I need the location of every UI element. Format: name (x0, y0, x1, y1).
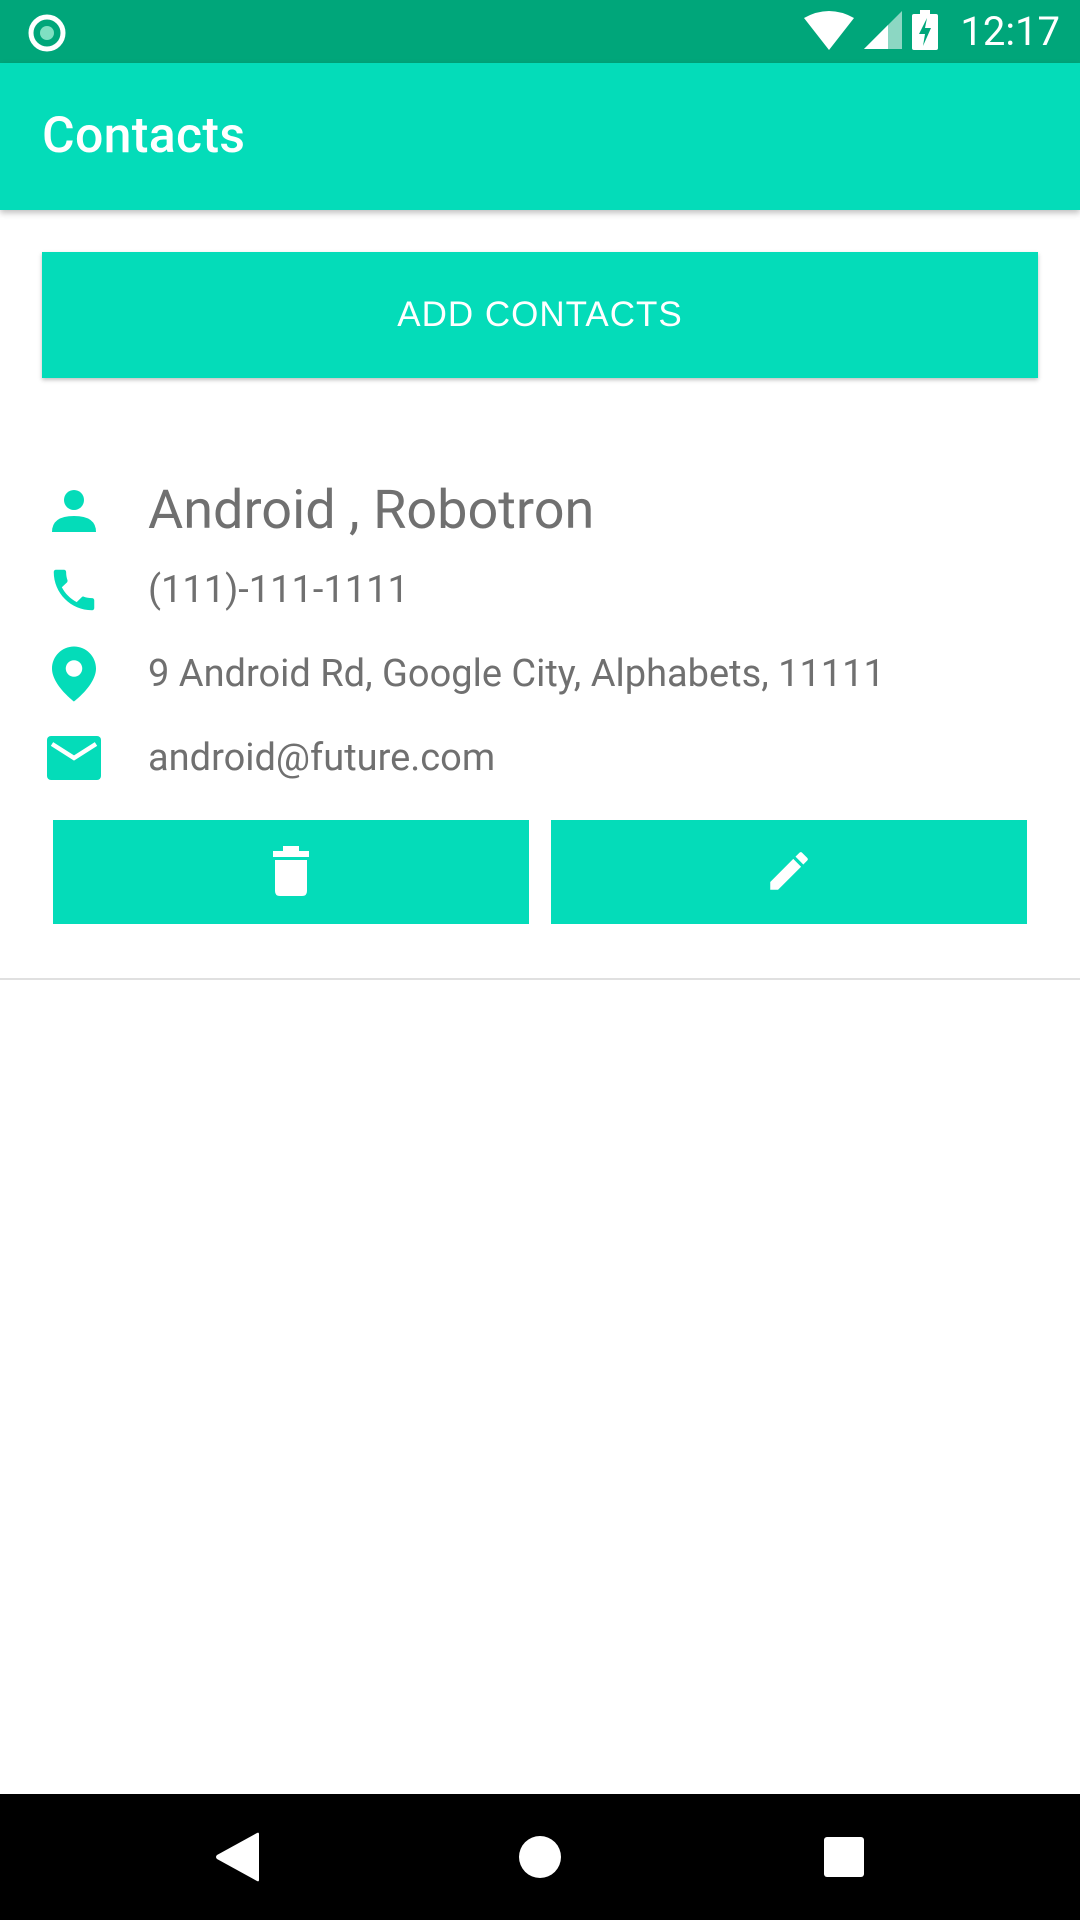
back-icon[interactable] (202, 1822, 272, 1892)
edit-contact-button[interactable] (551, 820, 1027, 924)
record-icon (28, 14, 66, 52)
contact-name-row: Android , Robotron (0, 470, 1080, 550)
edit-icon (764, 846, 814, 899)
contact-phone-row: (111)-111-1111 (0, 560, 1080, 620)
person-icon (44, 480, 104, 540)
battery-charging-icon (912, 9, 939, 54)
contact-email: android@future.com (148, 736, 496, 780)
home-icon[interactable] (505, 1822, 575, 1892)
contact-name: Android , Robotron (148, 478, 595, 542)
delete-contact-button[interactable] (53, 820, 529, 924)
contact-address-row: 9 Android Rd, Google City, Alphabets, 11… (0, 644, 1080, 704)
contact-email-row: android@future.com (0, 728, 1080, 788)
contact-address: 9 Android Rd, Google City, Alphabets, 11… (148, 652, 885, 696)
contact-card: Android , Robotron (111)-111-1111 9 Andr… (0, 440, 1080, 980)
location-pin-icon (44, 644, 104, 704)
contact-phone: (111)-111-1111 (148, 568, 409, 612)
page-title: Contacts (42, 107, 246, 165)
status-bar: 12:17 (0, 0, 1080, 63)
delete-icon (271, 845, 311, 899)
cell-signal-icon (864, 10, 903, 53)
email-icon (44, 728, 104, 788)
app-bar: Contacts (0, 63, 1080, 210)
add-contacts-button[interactable]: ADD CONTACTS (42, 252, 1038, 378)
wifi-icon (804, 10, 855, 54)
phone-icon (44, 560, 104, 620)
divider (0, 978, 1080, 980)
navigation-bar (0, 1794, 1080, 1920)
recents-icon[interactable] (809, 1822, 879, 1892)
status-time: 12:17 (960, 8, 1060, 55)
status-icons: 12:17 (804, 0, 1060, 63)
